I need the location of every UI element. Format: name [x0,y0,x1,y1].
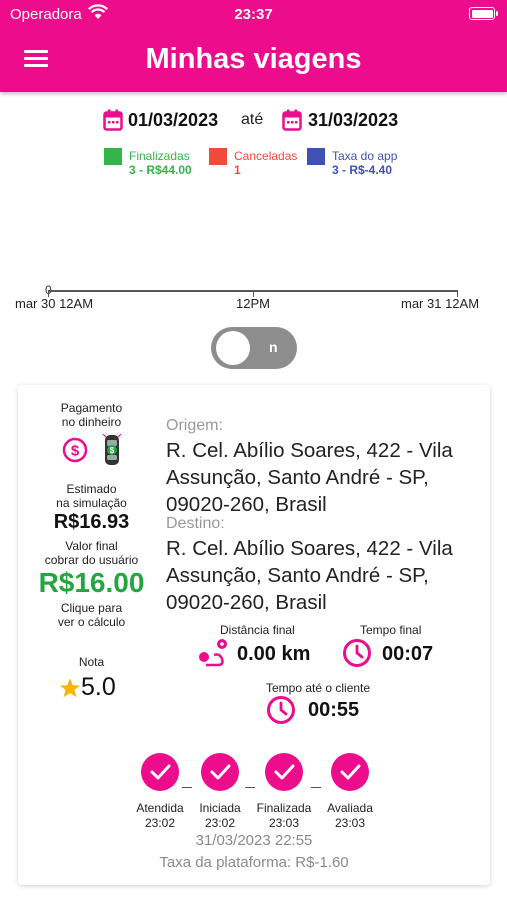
page-title: Minhas viagens [145,43,362,75]
cash-payment-icon: $ [62,437,88,463]
rating: 5.0 [59,673,139,703]
star-icon [59,678,81,698]
start-date[interactable]: 01/03/2023 [128,110,218,131]
rating-label: Nota [78,655,105,669]
toggle-knob [216,331,250,365]
legend-swatch [209,148,227,165]
rating-value: 5.0 [81,673,116,701]
time-label: Tempo final [360,623,422,637]
step-finalizada: Finalizada 23:03 [249,753,319,830]
check-icon[interactable] [331,753,369,791]
step-time: 23:03 [334,816,366,830]
x-tick-label: mar 30 12AM [15,296,94,311]
step-label: Iniciada [199,801,241,815]
origin-address: R. Cel. Abílio Soares, 422 - Vila Assunç… [166,439,453,516]
check-icon[interactable] [141,753,179,791]
step-label: Finalizada [256,801,312,815]
calendar-icon[interactable] [103,109,123,131]
clock-icon [267,696,295,724]
check-icon[interactable] [265,753,303,791]
step-iniciada: Iniciada 23:02 [185,753,255,830]
final-value-label: Valor final cobrar do usuário [44,539,139,567]
step-avaliada: Avaliada 23:03 [315,753,385,830]
app-header: Operadora 23:37 Minhas viagens [0,0,507,92]
view-toggle[interactable]: n [211,327,297,369]
trip-card[interactable]: Pagamento no dinheiro $ $ Estimado na si… [18,385,490,885]
final-value: R$16.00 [38,567,145,598]
payment-label: Pagamento no dinheiro [60,401,123,429]
route-icon [199,639,227,667]
step-time: 23:03 [268,816,300,830]
car-icon: $ [102,433,122,465]
client-time-value: 00:55 [308,699,360,721]
legend-swatch [104,148,122,165]
trip-datetime: 31/03/2023 22:55 [195,832,313,849]
chart-legend: Finalizadas 3 - R$44.00 Canceladas 1 Tax… [0,147,507,181]
trip-timeline: Atendida 23:02 Iniciada 23:02 Finalizada… [18,753,490,833]
origin-label: Origem: [166,417,223,434]
destination-address: R. Cel. Abílio Soares, 422 - Vila Assunç… [166,537,453,614]
destination-label: Destino: [166,515,225,532]
estimated-label: Estimado na simulação [56,482,127,510]
svg-text:$: $ [71,443,80,460]
calculation-link[interactable]: Clique para ver o cálculo [18,601,165,629]
x-tick-label: mar 31 12AM [401,296,480,311]
platform-fee: Taxa da plataforma: R$-1.60 [159,854,349,871]
date-range: 01/03/2023 até 31/03/2023 [0,108,507,136]
svg-text:$: $ [110,446,115,455]
toggle-label: n [269,339,278,355]
distance-label: Distância final [220,623,295,637]
check-icon[interactable] [201,753,239,791]
battery-icon [469,7,498,20]
end-date[interactable]: 31/03/2023 [308,110,398,131]
time-value: 00:07 [382,643,434,665]
clock-icon [343,639,371,667]
step-label: Avaliada [327,801,373,815]
client-time-label: Tempo até o cliente [266,681,371,695]
timeline-connector [311,787,321,788]
calendar-icon[interactable] [282,109,302,131]
x-tick-label: 12PM [236,296,270,311]
timeline-connector [245,787,255,788]
status-bar: Operadora 23:37 [0,0,507,28]
distance-value: 0.00 km [237,643,311,665]
step-time: 23:02 [204,816,236,830]
timeline-connector [182,787,192,788]
estimated-value: R$16.93 [53,511,130,533]
legend-swatch [307,148,325,165]
date-separator: até [241,111,264,128]
status-time: 23:37 [234,6,273,23]
